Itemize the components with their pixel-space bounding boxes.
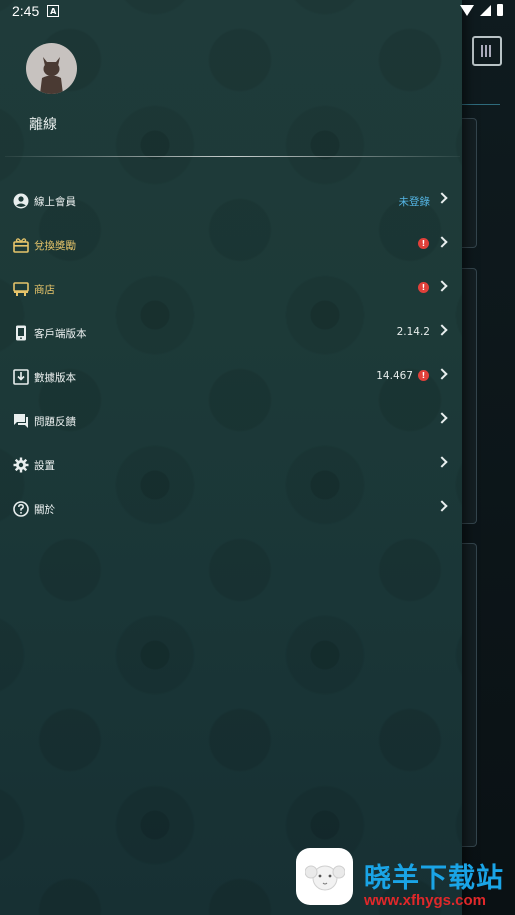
profile-divider — [5, 156, 460, 157]
menu-item-label: 線上會員 — [34, 196, 76, 208]
client-version-value: 2.14.2 — [396, 326, 430, 338]
cellular-icon — [480, 4, 491, 16]
watermark-url: www.xfhygs.com — [364, 892, 486, 909]
menu-item-label: 商店 — [34, 284, 55, 296]
navigation-drawer: 離線 線上會員 未登錄 兌換獎勵 ! 商店 ! 客戶端版本 2.14.2 數據版… — [0, 0, 462, 915]
chevron-right-icon — [436, 236, 448, 248]
chevron-right-icon — [436, 280, 448, 292]
chevron-right-icon — [436, 192, 448, 204]
menu-item-about[interactable]: 關於 — [0, 487, 462, 531]
status-bar: 2:45 A — [0, 0, 515, 22]
chevron-right-icon — [436, 324, 448, 336]
notification-icon: A — [47, 5, 60, 17]
menu-item-data-version[interactable]: 數據版本 14.467 ! — [0, 355, 462, 399]
watermark: 晓羊下载站 www.xfhygs.com — [296, 848, 515, 915]
menu-item-online-member[interactable]: 線上會員 未登錄 — [0, 179, 462, 223]
username: 離線 — [29, 117, 57, 133]
menu-item-store[interactable]: 商店 ! — [0, 267, 462, 311]
menu-item-client-version[interactable]: 客戶端版本 2.14.2 — [0, 311, 462, 355]
status-time: 2:45 — [12, 3, 40, 19]
avatar[interactable] — [26, 43, 77, 94]
account-circle-icon — [13, 193, 29, 209]
chevron-right-icon — [436, 456, 448, 468]
chevron-right-icon — [436, 368, 448, 380]
data-version-value: 14.467 — [376, 370, 413, 382]
alert-badge: ! — [418, 238, 429, 249]
login-status: 未登錄 — [398, 196, 431, 208]
background-card — [460, 268, 477, 524]
background-card — [460, 543, 477, 847]
feedback-icon — [14, 414, 28, 428]
menu-item-feedback[interactable]: 問題反饋 — [0, 399, 462, 443]
menu-item-label: 問題反饋 — [34, 416, 76, 428]
help-icon — [13, 501, 29, 517]
menu-item-label: 兌換獎勵 — [34, 240, 76, 252]
menu-item-label: 數據版本 — [34, 372, 76, 384]
gift-icon — [13, 238, 29, 253]
background-card — [460, 118, 477, 248]
watermark-brand: 晓羊下载站 — [364, 863, 504, 894]
chevron-right-icon — [436, 412, 448, 424]
battery-icon — [497, 4, 503, 16]
alert-badge: ! — [418, 370, 429, 381]
qr-scan-icon[interactable] — [472, 36, 502, 66]
menu-item-redeem-rewards[interactable]: 兌換獎勵 ! — [0, 223, 462, 267]
menu-item-settings[interactable]: 設置 — [0, 443, 462, 487]
screen: 離線 線上會員 未登錄 兌換獎勵 ! 商店 ! 客戶端版本 2.14.2 數據版… — [0, 0, 515, 915]
sheep-logo-icon — [296, 848, 353, 905]
drawer-menu: 線上會員 未登錄 兌換獎勵 ! 商店 ! 客戶端版本 2.14.2 數據版本 1… — [0, 179, 462, 531]
wifi-icon — [460, 4, 474, 16]
status-icons — [460, 4, 503, 16]
menu-item-label: 關於 — [34, 504, 55, 516]
background-tab-indicator — [460, 104, 500, 105]
download-icon — [13, 369, 29, 385]
chevron-right-icon — [436, 500, 448, 512]
store-icon — [13, 282, 29, 296]
alert-badge: ! — [418, 282, 429, 293]
gear-icon — [13, 457, 29, 473]
phone-icon — [16, 325, 26, 341]
menu-item-label: 客戶端版本 — [34, 328, 87, 340]
menu-item-label: 設置 — [34, 460, 55, 472]
background-app — [460, 0, 515, 915]
